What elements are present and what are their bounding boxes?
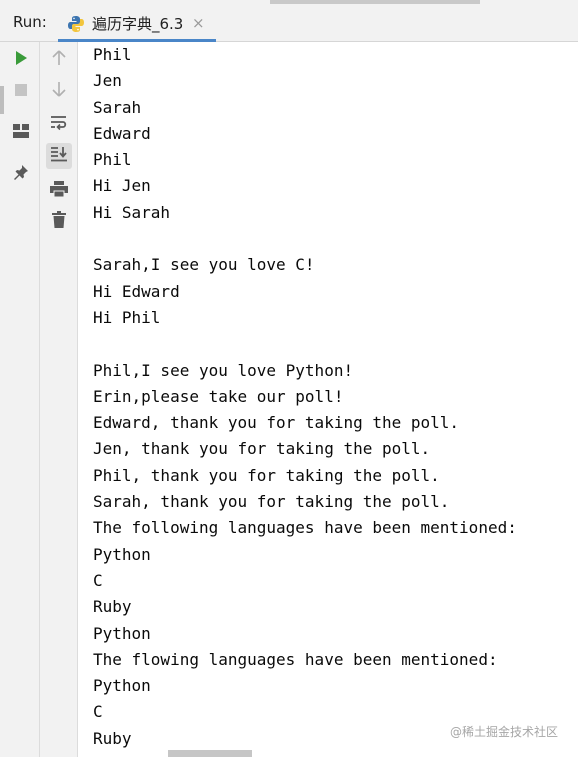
previous-occurrence-button[interactable] bbox=[46, 47, 72, 73]
console-line: Phil bbox=[93, 45, 132, 64]
edge-marker bbox=[0, 86, 4, 114]
trash-icon bbox=[52, 210, 66, 232]
pin-tab-button[interactable] bbox=[8, 161, 34, 187]
up-arrow-icon bbox=[52, 50, 66, 70]
console-line: C bbox=[93, 702, 103, 722]
top-scrollbar[interactable] bbox=[270, 0, 480, 4]
console-line: Ruby bbox=[93, 597, 132, 617]
stop-icon bbox=[14, 82, 28, 101]
run-icon bbox=[13, 50, 29, 70]
layout-icon bbox=[13, 123, 29, 142]
console-line: Hi Jen bbox=[93, 176, 151, 196]
console-line: Sarah, thank you for taking the poll. bbox=[93, 492, 450, 512]
rerun-button[interactable] bbox=[8, 47, 34, 73]
python-icon bbox=[67, 15, 85, 33]
soft-wrap-icon bbox=[50, 115, 68, 135]
down-arrow-icon bbox=[52, 81, 66, 101]
scroll-to-end-icon bbox=[50, 146, 68, 166]
console-line: Edward, thank you for taking the poll. bbox=[93, 413, 460, 433]
console-line: The following languages have been mentio… bbox=[93, 518, 517, 538]
scroll-to-end-button[interactable] bbox=[46, 143, 72, 169]
run-label: Run: bbox=[13, 13, 47, 31]
console-line: C bbox=[93, 570, 103, 590]
console-line: Sarah bbox=[93, 97, 142, 117]
stop-button[interactable] bbox=[8, 78, 34, 104]
watermark-text: @稀土掘金技术社区 bbox=[450, 725, 559, 739]
console-line: Phil, thank you for taking the poll. bbox=[93, 465, 440, 485]
soft-wrap-button[interactable] bbox=[46, 112, 72, 138]
horizontal-scrollbar[interactable] bbox=[168, 750, 252, 757]
run-toolbar-primary bbox=[0, 42, 40, 757]
console-line: Jen, thank you for taking the poll. bbox=[93, 439, 431, 459]
console-line: The flowing languages have been mentione… bbox=[93, 649, 498, 669]
print-icon bbox=[50, 181, 68, 201]
clear-all-button[interactable] bbox=[46, 208, 72, 234]
console-line: Erin,please take our poll! bbox=[93, 386, 344, 406]
console-line: Python bbox=[93, 623, 151, 643]
console-line: Phil,I see you love Python! bbox=[93, 360, 354, 380]
console-line: Edward bbox=[93, 123, 151, 143]
run-header: Run: 遍历字典_6.3 × bbox=[0, 0, 578, 42]
console-line: Hi Phil bbox=[93, 307, 161, 327]
console-line: Sarah,I see you love C! bbox=[93, 255, 315, 275]
pin-icon bbox=[13, 164, 29, 184]
next-occurrence-button[interactable] bbox=[46, 78, 72, 104]
console-line: Hi Sarah bbox=[93, 202, 171, 222]
tab-title: 遍历字典_6.3 bbox=[92, 15, 184, 33]
console-line: Jen bbox=[93, 71, 122, 91]
console-line: Hi Edward bbox=[93, 281, 180, 301]
restore-layout-button[interactable] bbox=[8, 119, 34, 145]
run-tool-window: Run: 遍历字典_6.3 × Phil Jen Sarah Edward Ph… bbox=[0, 0, 578, 757]
console-line: Python bbox=[93, 544, 151, 564]
print-button[interactable] bbox=[46, 178, 72, 204]
console-output[interactable]: Phil Jen Sarah Edward Phil Hi Jen Hi Sarah Sara… bbox=[93, 42, 573, 757]
console-line: Python bbox=[93, 676, 151, 696]
run-toolbar-secondary bbox=[40, 42, 78, 757]
console-line: Phil bbox=[93, 150, 132, 170]
run-config-tab[interactable]: 遍历字典_6.3 × bbox=[58, 4, 216, 42]
close-icon[interactable]: × bbox=[192, 14, 205, 32]
